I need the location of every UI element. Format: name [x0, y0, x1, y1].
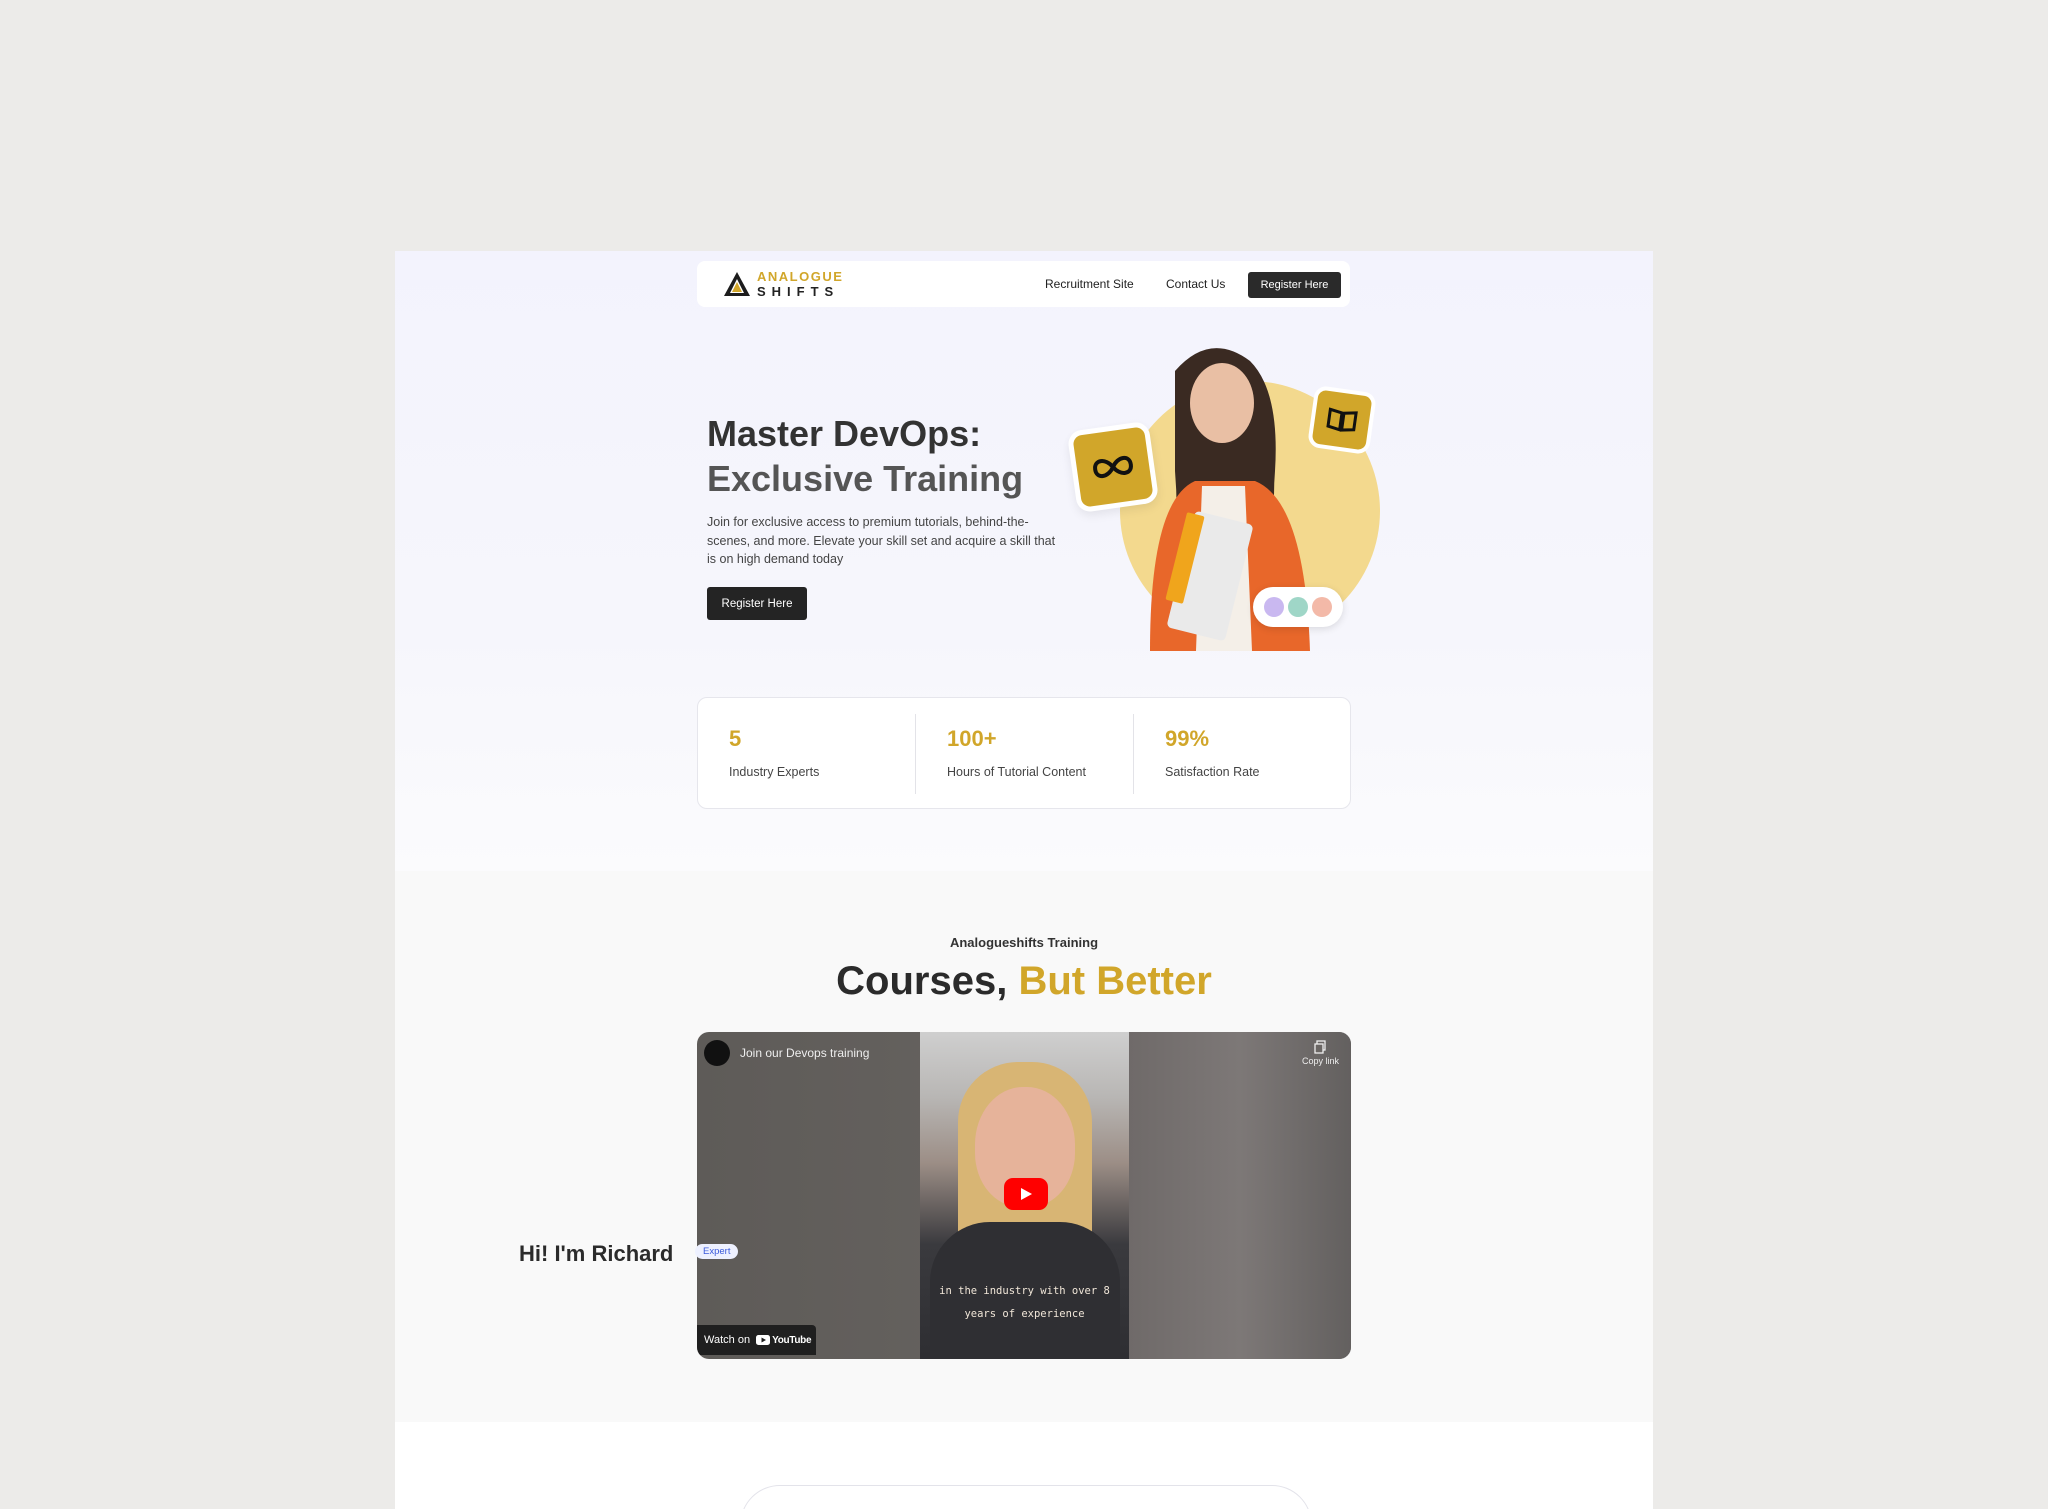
copy-icon	[1314, 1040, 1327, 1054]
courses-eyebrow: Analogueshifts Training	[949, 935, 1099, 950]
logo-text-bottom: SHIFTS	[757, 284, 840, 299]
stat-label: Industry Experts	[729, 765, 820, 779]
logo-text-top: ANALOGUE	[757, 269, 844, 284]
stat-value: 5	[729, 726, 742, 751]
channel-avatar[interactable]	[704, 1040, 730, 1066]
hero-title-line2: Exclusive Training	[707, 458, 1024, 499]
page: ANALOGUE SHIFTS Recruitment Site Contact…	[395, 251, 1653, 1509]
courses-title-accent: But Better	[1018, 959, 1212, 1003]
hero-illustration	[1066, 331, 1380, 651]
watch-on-label: Watch on	[704, 1334, 751, 1346]
stat-experts: 5 Industry Experts	[698, 698, 916, 808]
stat-value: 99%	[1165, 726, 1210, 751]
stat-hours: 100+ Hours of Tutorial Content	[916, 698, 1134, 808]
hero-register-button[interactable]: Register Here	[707, 587, 807, 620]
youtube-icon	[756, 1335, 771, 1345]
copy-link-button[interactable]: Copy link	[1302, 1040, 1339, 1066]
courses-title-main: Courses,	[836, 959, 1008, 1003]
avatar	[1264, 597, 1284, 617]
copy-link-label: Copy link	[1301, 1056, 1339, 1066]
watch-on-youtube-button[interactable]: Watch on YouTube	[697, 1325, 816, 1355]
play-icon	[1021, 1188, 1032, 1200]
expert-badge: Expert	[695, 1244, 739, 1259]
avatar-group	[1253, 587, 1343, 627]
youtube-label: YouTube	[772, 1334, 812, 1346]
stat-value: 100+	[947, 726, 997, 751]
caption-line: in the industry with over 8	[939, 1285, 1110, 1297]
brand-logo[interactable]: ANALOGUE SHIFTS	[723, 270, 843, 298]
video-header: Join our Devops training	[704, 1040, 869, 1066]
stat-satisfaction: 99% Satisfaction Rate	[1134, 698, 1352, 808]
courses-title: Courses, But Better	[395, 959, 1653, 1004]
hero-title: Master DevOps: Exclusive Training	[707, 411, 1023, 501]
bio-card	[740, 1485, 1312, 1509]
caption-line: years of experience	[964, 1308, 1085, 1320]
avatar	[1312, 597, 1332, 617]
stats-card: 5 Industry Experts 100+ Hours of Tutoria…	[697, 697, 1351, 809]
video-embed[interactable]: in the industry with over 8 years of exp…	[697, 1032, 1351, 1359]
youtube-logo: YouTube	[756, 1334, 812, 1346]
avatar	[1288, 597, 1308, 617]
bio-title: Hi! I'm Richard	[519, 1241, 674, 1266]
hero-section: ANALOGUE SHIFTS Recruitment Site Contact…	[395, 251, 1653, 871]
video-caption: in the industry with over 8 years of exp…	[920, 1280, 1129, 1326]
hero-title-line1: Master DevOps:	[707, 413, 982, 454]
nav-recruitment-link[interactable]: Recruitment Site	[1045, 277, 1134, 291]
infinity-icon	[1066, 420, 1160, 514]
stat-label: Hours of Tutorial Content	[947, 765, 1086, 779]
stat-label: Satisfaction Rate	[1165, 765, 1260, 779]
play-button[interactable]	[1004, 1178, 1048, 1210]
book-icon	[1306, 384, 1378, 456]
navbar: ANALOGUE SHIFTS Recruitment Site Contact…	[697, 261, 1350, 307]
courses-section: Analogueshifts Training Courses, But Bet…	[395, 871, 1653, 1422]
hero-description: Join for exclusive access to premium tut…	[707, 515, 1056, 566]
video-thumbnail: in the industry with over 8 years of exp…	[920, 1032, 1129, 1359]
nav-contact-link[interactable]: Contact Us	[1166, 277, 1225, 291]
nav-register-button[interactable]: Register Here	[1248, 272, 1341, 298]
logo-icon	[724, 272, 750, 296]
video-title[interactable]: Join our Devops training	[740, 1046, 869, 1060]
video-background	[1129, 1032, 1351, 1359]
